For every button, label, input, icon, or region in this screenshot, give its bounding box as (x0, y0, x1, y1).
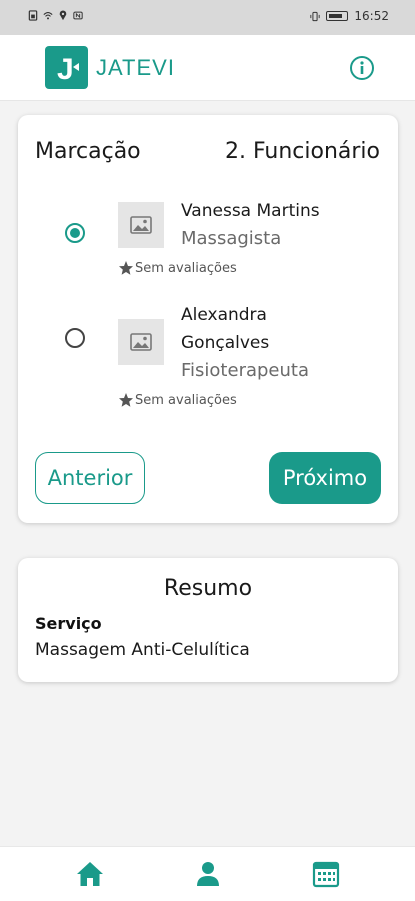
brand-name: JATEVI (96, 55, 175, 80)
employee-name: Vanessa Martins (181, 201, 320, 221)
step-label: 2. Funcionário (224, 139, 380, 164)
logo-letter: J (57, 53, 74, 86)
bottom-nav (0, 846, 415, 901)
employee-rating: Sem avaliações (118, 392, 237, 408)
logo-mark: J (57, 53, 79, 86)
rating-text: Sem avaliações (135, 392, 237, 408)
previous-button[interactable]: Anterior (35, 452, 145, 504)
next-button[interactable]: Próximo (269, 452, 381, 504)
vibrate-icon (310, 11, 321, 21)
person-icon[interactable] (193, 859, 223, 889)
employee-radio-unselected[interactable] (65, 328, 85, 348)
app-header: J JATEVI (0, 35, 415, 101)
rating-text: Sem avaliações (135, 260, 237, 276)
image-placeholder-icon (118, 319, 164, 365)
employee-option-vanessa[interactable]: Vanessa Martins Massagista Sem avaliaçõe… (18, 200, 398, 310)
employee-role: Fisioterapeuta (181, 360, 309, 381)
wifi-icon (43, 12, 53, 20)
service-value: Massagem Anti-Celulítica (35, 640, 250, 660)
employee-name: Alexandra Gonçalves (181, 305, 270, 353)
employee-rating: Sem avaliações (118, 260, 237, 276)
image-placeholder-icon (118, 202, 164, 248)
summary-title: Resumo (163, 576, 253, 601)
status-icons-left (28, 10, 83, 21)
home-icon[interactable] (75, 859, 105, 889)
calendar-icon[interactable] (311, 859, 341, 889)
booking-card: Marcação 2. Funcionário Vanessa Martins … (18, 115, 398, 523)
status-time: 16:52 (354, 9, 389, 23)
employee-role: Massagista (181, 228, 282, 249)
employee-radio-selected[interactable] (65, 223, 85, 243)
app-logo: J (45, 46, 88, 89)
star-icon (119, 393, 133, 407)
star-icon (119, 261, 133, 275)
info-icon[interactable] (349, 55, 375, 81)
status-icons-right: 16:52 (310, 9, 389, 23)
service-label: Serviço (35, 614, 102, 633)
employee-option-alexandra[interactable]: Alexandra Gonçalves Fisioterapeuta Sem a… (18, 305, 398, 415)
booking-title: Marcação (35, 139, 141, 164)
nfc-icon (73, 11, 83, 20)
battery-icon (326, 11, 349, 21)
summary-card: Resumo Serviço Massagem Anti-Celulítica (18, 558, 398, 682)
location-icon (59, 10, 67, 21)
status-bar: 16:52 (0, 0, 415, 35)
sim-icon (28, 10, 38, 21)
